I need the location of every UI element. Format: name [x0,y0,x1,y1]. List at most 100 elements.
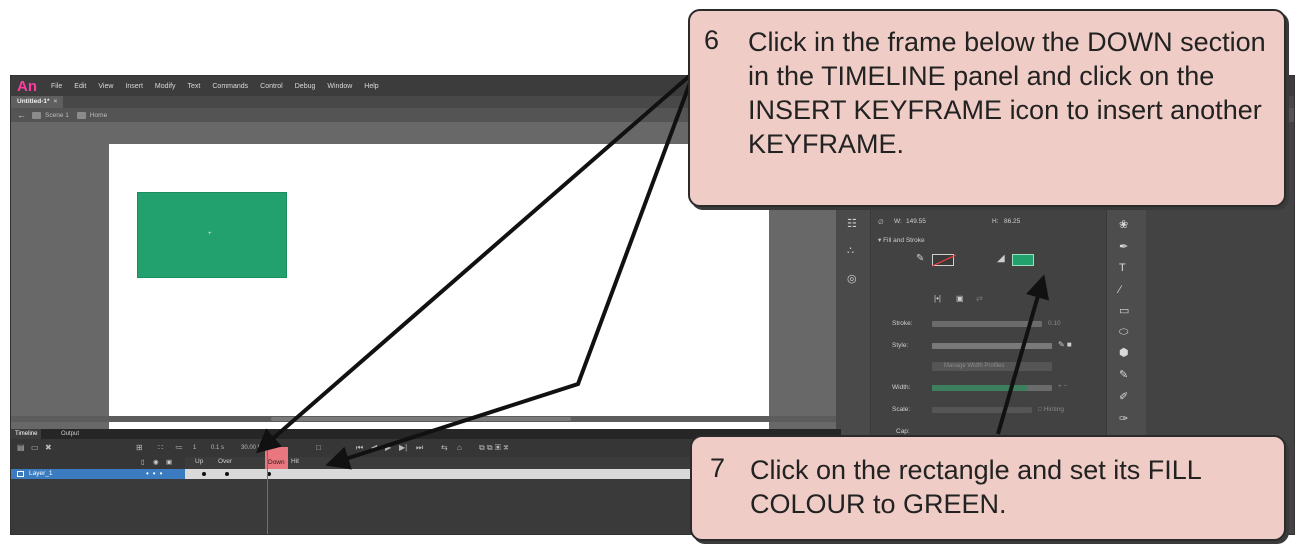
layer-depth-icon[interactable]: ≔ [175,443,183,452]
step-7-number: 7 [710,453,726,483]
fill-color-swatch[interactable] [1012,254,1034,266]
polystar-tool-icon[interactable]: ⬢ [1119,346,1129,359]
tab-timeline[interactable]: Timeline [11,429,42,439]
highlight-layers-icon[interactable]: ▯ [141,458,145,466]
link-icon[interactable]: ∅ [878,218,884,226]
height-value[interactable]: 86.25 [1004,218,1020,225]
hinting-label: Hinting [1043,406,1064,413]
frame-header-up[interactable]: Up [195,458,203,465]
stroke-slider[interactable] [932,321,1042,327]
new-folder-icon[interactable]: ▭ [31,443,39,452]
cap-label: Cap: [896,428,910,435]
style-label: Style: [892,342,909,349]
width-label: W: [894,218,902,225]
tab-output[interactable]: Output [57,429,83,439]
menu-window[interactable]: Window [321,83,358,90]
menu-debug[interactable]: Debug [289,83,322,90]
align-icon[interactable]: |•| [934,294,941,303]
oval-tool-icon[interactable]: ⬭ [1119,326,1128,339]
playhead[interactable] [267,449,268,534]
menu-control[interactable]: Control [254,83,289,90]
new-layer-icon[interactable]: ▤ [17,443,25,452]
height-label: H: [992,218,999,225]
width-value[interactable]: 149.55 [906,218,926,225]
layer-header: ▯ ◉ ▣ [11,457,185,469]
lock-icon[interactable]: ▣ [166,458,172,466]
pen-tool-icon[interactable]: ✒ [1119,240,1128,253]
fps-readout[interactable]: 30.00 fps [241,445,266,451]
callout-step-7: 7 Click on the rectangle and set its FIL… [690,435,1286,541]
layer-name[interactable]: Layer_1 [29,470,53,477]
brush-dots-icon[interactable]: ∴ [847,244,854,257]
layer-row[interactable]: Layer_1 ••• [11,469,185,479]
width-profile-dropdown[interactable] [932,385,1052,391]
green-rectangle[interactable]: + [137,192,287,278]
menu-view[interactable]: View [92,83,119,90]
pencil-tool-icon[interactable]: ✎ [1119,368,1128,381]
menu-commands[interactable]: Commands [206,83,254,90]
frame-header-over[interactable]: Over [218,458,232,465]
rewind-icon[interactable]: ⏮ [356,443,363,453]
breadcrumb-scene[interactable]: Scene 1 [45,112,69,119]
breadcrumb-symbol[interactable]: Home [90,112,107,119]
play-icon[interactable]: ▶ [385,443,391,452]
stroke-label: Stroke: [892,320,913,327]
button-symbol-icon [76,111,86,119]
document-tab[interactable]: Untitled-1* × [11,96,64,108]
stage[interactable]: + [109,144,769,429]
step-7-text: Click on the rectangle and set its FILL … [750,455,1201,519]
frame-header-hit[interactable]: Hit [291,458,299,465]
menu-modify[interactable]: Modify [149,83,182,90]
step-back-icon[interactable]: ◀ [371,443,377,452]
transform-icon[interactable]: ▣ [956,294,964,303]
menu-text[interactable]: Text [182,83,207,90]
close-icon[interactable]: × [54,98,58,105]
rectangle-tool-icon[interactable]: ▭ [1119,304,1129,317]
menu-help[interactable]: Help [358,83,384,90]
delete-icon[interactable]: ✖ [45,443,52,452]
menu-file[interactable]: File [45,83,68,90]
camera-icon[interactable]: ⊞ [136,443,143,452]
add-remove-icon[interactable]: + − [1058,383,1067,390]
manage-width-profiles-button[interactable]: Manage Width Profiles [932,362,1052,371]
parenting-icon[interactable]: ∷ [158,443,163,452]
menu-insert[interactable]: Insert [119,83,149,90]
scrollbar-thumb[interactable] [271,417,571,421]
step-6-number: 6 [704,25,720,55]
callout-step-6: 6 Click in the frame below the DOWN sect… [688,9,1286,207]
hinting-checkbox[interactable]: □ Hinting [1038,406,1064,413]
paint-brush-tool-icon[interactable]: ✑ [1119,412,1128,425]
scale-dropdown[interactable] [932,407,1032,413]
text-tool-icon[interactable]: T [1119,262,1126,274]
step-6-text: Click in the frame below the DOWN sectio… [748,27,1266,159]
swap-icon[interactable]: ⇄ [976,294,983,303]
frame-number-icon: 1 [193,445,197,451]
line-tool-icon[interactable]: ∕ [1119,284,1121,296]
fill-stroke-section[interactable]: ▾ Fill and Stroke [878,236,925,244]
style-dropdown[interactable] [932,343,1052,349]
app-logo: An [17,77,37,95]
frame-header-down[interactable]: Down [265,447,288,469]
brush-tool-icon[interactable]: ✐ [1119,390,1128,403]
layer-icon [17,471,24,477]
keyframe-up[interactable] [202,472,206,476]
onion-skin-icon[interactable]: ⧉ ⧉ ▣ ⌘ [479,443,509,453]
insert-keyframe-icon[interactable]: □ [316,443,321,452]
show-hide-icon[interactable]: ◉ [153,458,159,466]
time-readout: 0.1 s [211,445,225,451]
layer-toggles[interactable]: ••• [146,469,166,478]
menu-edit[interactable]: Edit [68,83,92,90]
edit-stroke-icon[interactable]: ✎ ■ [1058,340,1072,349]
center-frame-icon[interactable]: ⌂ [457,443,462,452]
grid-icon[interactable]: ☷ [847,217,857,230]
lasso-tool-icon[interactable]: ❀ [1119,218,1128,231]
back-arrow-icon[interactable]: ← [17,110,26,120]
go-to-end-icon[interactable]: ⏭ [416,443,423,453]
stroke-value[interactable]: 0.10 [1048,320,1061,327]
swatches-icon[interactable]: ◎ [847,272,857,285]
step-forward-icon[interactable]: ▶| [399,443,407,452]
keyframe-over[interactable] [225,472,229,476]
horizontal-scrollbar[interactable] [11,416,841,422]
loop-icon[interactable]: ⇆ [441,443,448,452]
stroke-color-swatch[interactable] [932,254,954,266]
